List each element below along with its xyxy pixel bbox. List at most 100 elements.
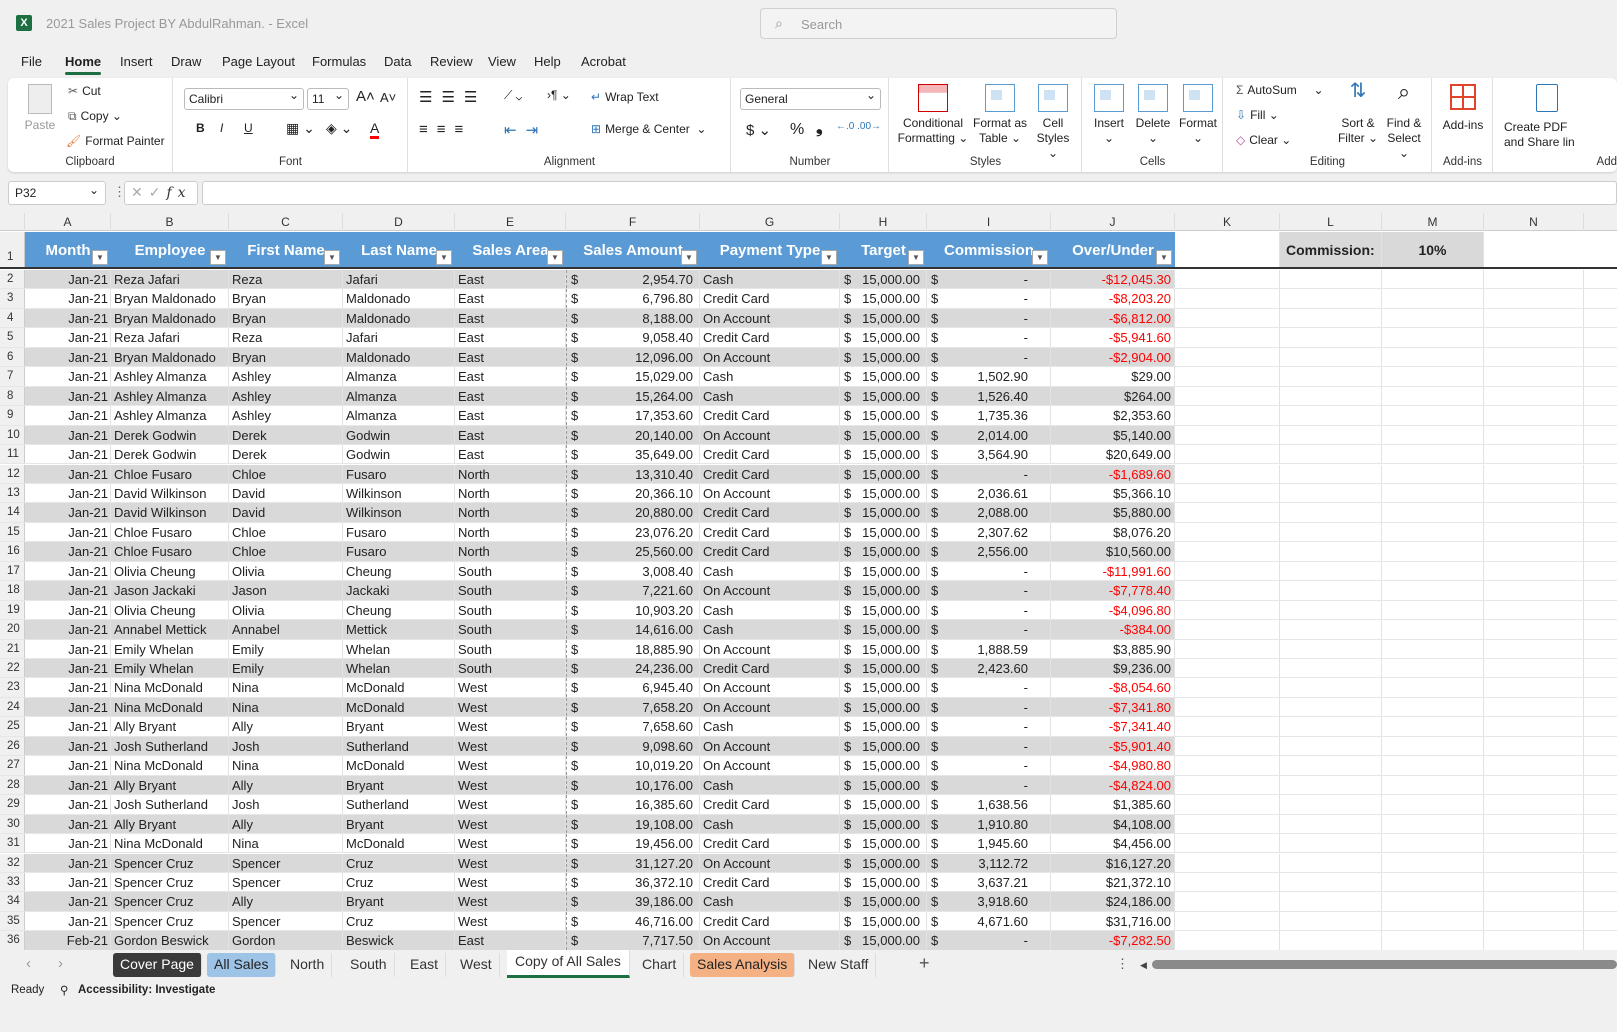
cell-over-under[interactable]: -$8,203.20 [1051,289,1175,308]
cell-sales-amount[interactable]: $6,945.40 [566,678,700,697]
row-number[interactable]: 10 [0,425,25,445]
empty-cell[interactable] [1382,756,1484,775]
empty-cell[interactable] [1175,814,1280,834]
fill-button[interactable]: ⇩ Fill ⌄ [1236,108,1279,122]
commission-rate-cell[interactable]: 10% [1382,232,1484,267]
cell-over-under[interactable]: -$7,341.80 [1051,697,1175,717]
cell-employee[interactable]: Nina McDonald [111,834,229,853]
cell-sales-amount[interactable]: $20,366.10 [566,483,700,503]
cell-first-name[interactable]: Annabel [229,620,343,639]
empty-cell[interactable] [1280,561,1382,581]
row-number[interactable]: 19 [0,600,25,620]
decrease-font-icon[interactable]: A˅ [380,90,396,105]
cell-target[interactable]: $15,000.00 [840,270,927,289]
cell-first-name[interactable]: Olivia [229,600,343,620]
merge-center-button[interactable]: ⊞ Merge & Center ⌄ [591,122,707,136]
cell-target[interactable]: $15,000.00 [840,911,927,931]
empty-cell[interactable] [1484,483,1584,503]
cell-payment-type[interactable]: Cash [700,270,840,289]
cell-over-under[interactable]: -$8,054.60 [1051,678,1175,697]
cell-commission[interactable]: $ - [927,347,1051,367]
row-number[interactable]: 14 [0,503,25,522]
cell-month[interactable]: Jan-21 [25,717,111,736]
cell-last-name[interactable]: Cruz [343,911,455,931]
cell-commission[interactable]: $ - [927,775,1051,795]
cell-employee[interactable]: Spencer Cruz [111,892,229,911]
row-number[interactable]: 1 [0,232,25,267]
cell-employee[interactable]: Reza Jafari [111,328,229,347]
cell-employee[interactable]: Spencer Cruz [111,911,229,931]
empty-cell[interactable] [1484,795,1584,814]
cell-last-name[interactable]: Jafari [343,270,455,289]
cell-month[interactable]: Jan-21 [25,503,111,522]
cell-employee[interactable]: Annabel Mettick [111,620,229,639]
empty-cell[interactable] [1382,834,1484,853]
cell-target[interactable]: $15,000.00 [840,756,927,775]
cell-commission[interactable]: $ - [927,697,1051,717]
font-size-select[interactable]: 11 [307,88,349,110]
empty-cell[interactable] [1175,620,1280,639]
row-number[interactable]: 35 [0,911,25,931]
sheet-tab-north[interactable]: North [283,953,333,977]
cell-sales-area[interactable]: West [455,911,566,931]
empty-cell[interactable] [1280,775,1382,795]
cell-first-name[interactable]: Bryan [229,289,343,308]
empty-cell[interactable] [1280,600,1382,620]
conditional-formatting-button[interactable]: Conditional Formatting ⌄ [896,84,970,146]
cell-payment-type[interactable]: On Account [700,425,840,445]
cell-sales-amount[interactable]: $7,658.20 [566,697,700,717]
cell-sales-amount[interactable]: $18,885.90 [566,639,700,658]
cell-payment-type[interactable]: Cash [700,717,840,736]
cell-target[interactable]: $15,000.00 [840,425,927,445]
cell-month[interactable]: Jan-21 [25,620,111,639]
cell-last-name[interactable]: Godwin [343,445,455,464]
cell-payment-type[interactable]: Credit Card [700,834,840,853]
empty-cell[interactable] [1175,406,1280,425]
cell-target[interactable]: $15,000.00 [840,892,927,911]
cell-commission[interactable]: $ - [927,561,1051,581]
empty-cell[interactable] [1280,795,1382,814]
column-header-F[interactable]: F [566,213,700,231]
cell-employee[interactable]: David Wilkinson [111,503,229,522]
row-number[interactable]: 27 [0,756,25,775]
cell-sales-area[interactable]: East [455,445,566,464]
cell-month[interactable]: Jan-21 [25,270,111,289]
cell-target[interactable]: $15,000.00 [840,620,927,639]
font-color-icon[interactable]: A [370,120,380,139]
empty-cell[interactable] [1280,425,1382,445]
cell-payment-type[interactable]: On Account [700,347,840,367]
empty-cell[interactable] [1280,308,1382,328]
cell-first-name[interactable]: Olivia [229,561,343,581]
cell-sales-area[interactable]: East [455,386,566,406]
cell-employee[interactable]: Emily Whelan [111,659,229,678]
cell-sales-area[interactable]: West [455,892,566,911]
empty-cell[interactable] [1280,386,1382,406]
cell-employee[interactable]: Ashley Almanza [111,386,229,406]
cell-last-name[interactable]: Almanza [343,367,455,386]
cell-target[interactable]: $15,000.00 [840,853,927,872]
empty-cell[interactable] [1175,756,1280,775]
cell-over-under[interactable]: $31,716.00 [1051,911,1175,931]
cell-month[interactable]: Jan-21 [25,289,111,308]
cell-last-name[interactable]: Sutherland [343,736,455,756]
cell-last-name[interactable]: Fusaro [343,522,455,542]
horizontal-align-icons[interactable]: ≡≡≡ [419,121,472,138]
cell-target[interactable]: $15,000.00 [840,678,927,697]
cell-over-under[interactable]: -$7,341.40 [1051,717,1175,736]
cell-over-under[interactable]: -$384.00 [1051,620,1175,639]
cell-employee[interactable]: Josh Sutherland [111,795,229,814]
cell-target[interactable]: $15,000.00 [840,775,927,795]
sheet-tab-east[interactable]: East [403,953,447,977]
empty-cell[interactable] [1484,328,1584,347]
cell-payment-type[interactable]: Credit Card [700,542,840,561]
empty-cell[interactable] [1484,289,1584,308]
cell-over-under[interactable]: -$12,045.30 [1051,270,1175,289]
empty-cell[interactable] [1382,386,1484,406]
cell-payment-type[interactable]: Cash [700,386,840,406]
cell-sales-amount[interactable]: $13,310.40 [566,464,700,483]
cell-first-name[interactable]: Reza [229,270,343,289]
empty-cell[interactable] [1382,678,1484,697]
empty-cell[interactable] [1175,425,1280,445]
cell-last-name[interactable]: Cruz [343,853,455,872]
empty-cell[interactable] [1484,347,1584,367]
